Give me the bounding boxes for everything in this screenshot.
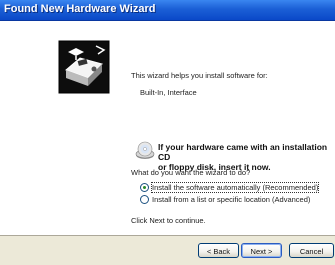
radio-button[interactable] xyxy=(140,194,149,204)
device-name: Built-In, Interface xyxy=(140,88,197,97)
option-label[interactable]: Install from a list or specific location… xyxy=(152,195,310,204)
cd-prompt-line-1: If your hardware came with an installati… xyxy=(158,142,328,162)
wizard-question: What do you want the wizard to do? xyxy=(131,168,251,177)
continue-hint: Click Next to continue. xyxy=(131,216,206,225)
title-bar[interactable]: Found New Hardware Wizard xyxy=(0,0,335,21)
radio-button[interactable] xyxy=(140,182,149,192)
cd-drive-icon xyxy=(135,141,155,159)
button-bar xyxy=(0,235,335,265)
wizard-side-panel xyxy=(0,21,120,253)
option-label[interactable]: Install the software automatically (Reco… xyxy=(150,181,320,193)
hardware-wizard-icon xyxy=(58,40,110,94)
back-button[interactable]: < Back xyxy=(198,243,239,258)
cancel-button[interactable]: Cancel xyxy=(289,243,334,258)
intro-text: This wizard helps you install software f… xyxy=(131,71,268,80)
option-install-automatically[interactable]: Install the software automatically (Reco… xyxy=(140,181,320,193)
wizard-window: Found New Hardware Wizard This wizard he… xyxy=(0,0,335,265)
next-button[interactable]: Next > xyxy=(241,243,282,258)
window-title: Found New Hardware Wizard xyxy=(4,3,156,15)
option-install-from-list[interactable]: Install from a list or specific location… xyxy=(140,194,310,204)
